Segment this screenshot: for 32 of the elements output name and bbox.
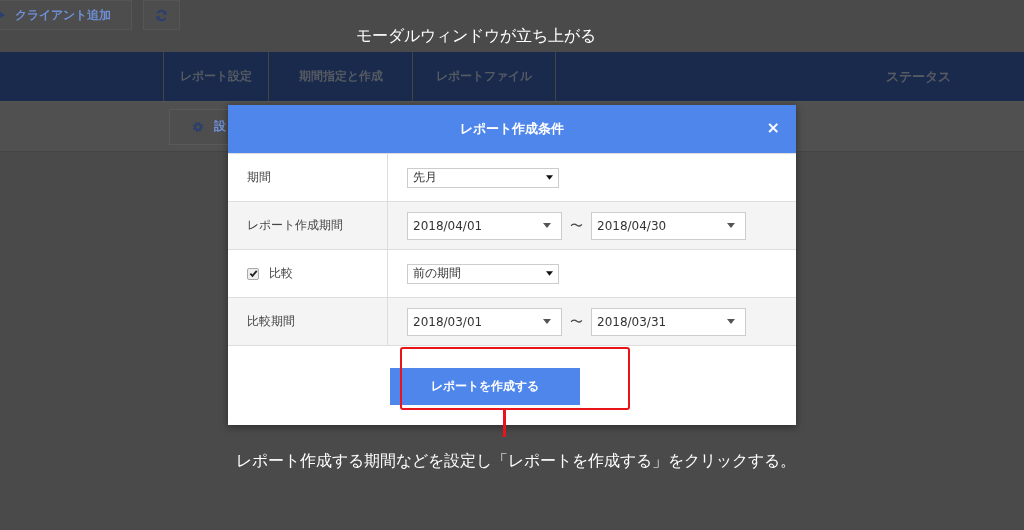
gear-icon (192, 120, 204, 133)
caret-icon (543, 223, 551, 228)
annotation-text: モーダルウィンドウが立ち上がる (356, 26, 596, 47)
date-field[interactable]: 2018/03/31 (591, 307, 746, 336)
nav-tab[interactable]: レポート設定 (164, 52, 269, 101)
caret-icon (727, 223, 735, 228)
annotation-text: レポート作成する期間などを設定し「レポートを作成する」をクリックする。 (236, 451, 796, 472)
dropdown[interactable]: 前の期間 (407, 263, 559, 284)
range-separator: 〜 (570, 312, 583, 331)
field-label: レポート作成期間 (247, 217, 343, 234)
field-label: 期間 (247, 169, 271, 186)
refresh-icon (155, 8, 168, 22)
checkbox[interactable] (247, 267, 259, 280)
add-client-button[interactable]: クライアント追加 (0, 0, 132, 30)
caret-icon (543, 319, 551, 324)
column-header: ステータス (886, 67, 951, 86)
field-label: 比較期間 (247, 313, 295, 330)
range-separator: 〜 (570, 216, 583, 235)
field-label: 比較 (269, 265, 293, 282)
date-field[interactable]: 2018/04/01 (407, 211, 562, 240)
nav-tab[interactable]: レポートファイル (413, 52, 556, 101)
caret-icon (727, 319, 735, 324)
modal-title: レポート作成条件 (460, 120, 564, 138)
close-button[interactable]: × (766, 119, 780, 137)
caret-icon (546, 271, 553, 276)
date-field[interactable]: 2018/04/30 (591, 211, 746, 240)
date-field[interactable]: 2018/03/01 (407, 307, 562, 336)
leader-line (503, 408, 506, 437)
dropdown[interactable]: 先月 (407, 167, 559, 188)
create-report-button[interactable]: レポートを作成する (389, 367, 580, 405)
nav-tab[interactable]: 期間指定と作成 (269, 52, 413, 101)
caret-icon (546, 175, 553, 180)
